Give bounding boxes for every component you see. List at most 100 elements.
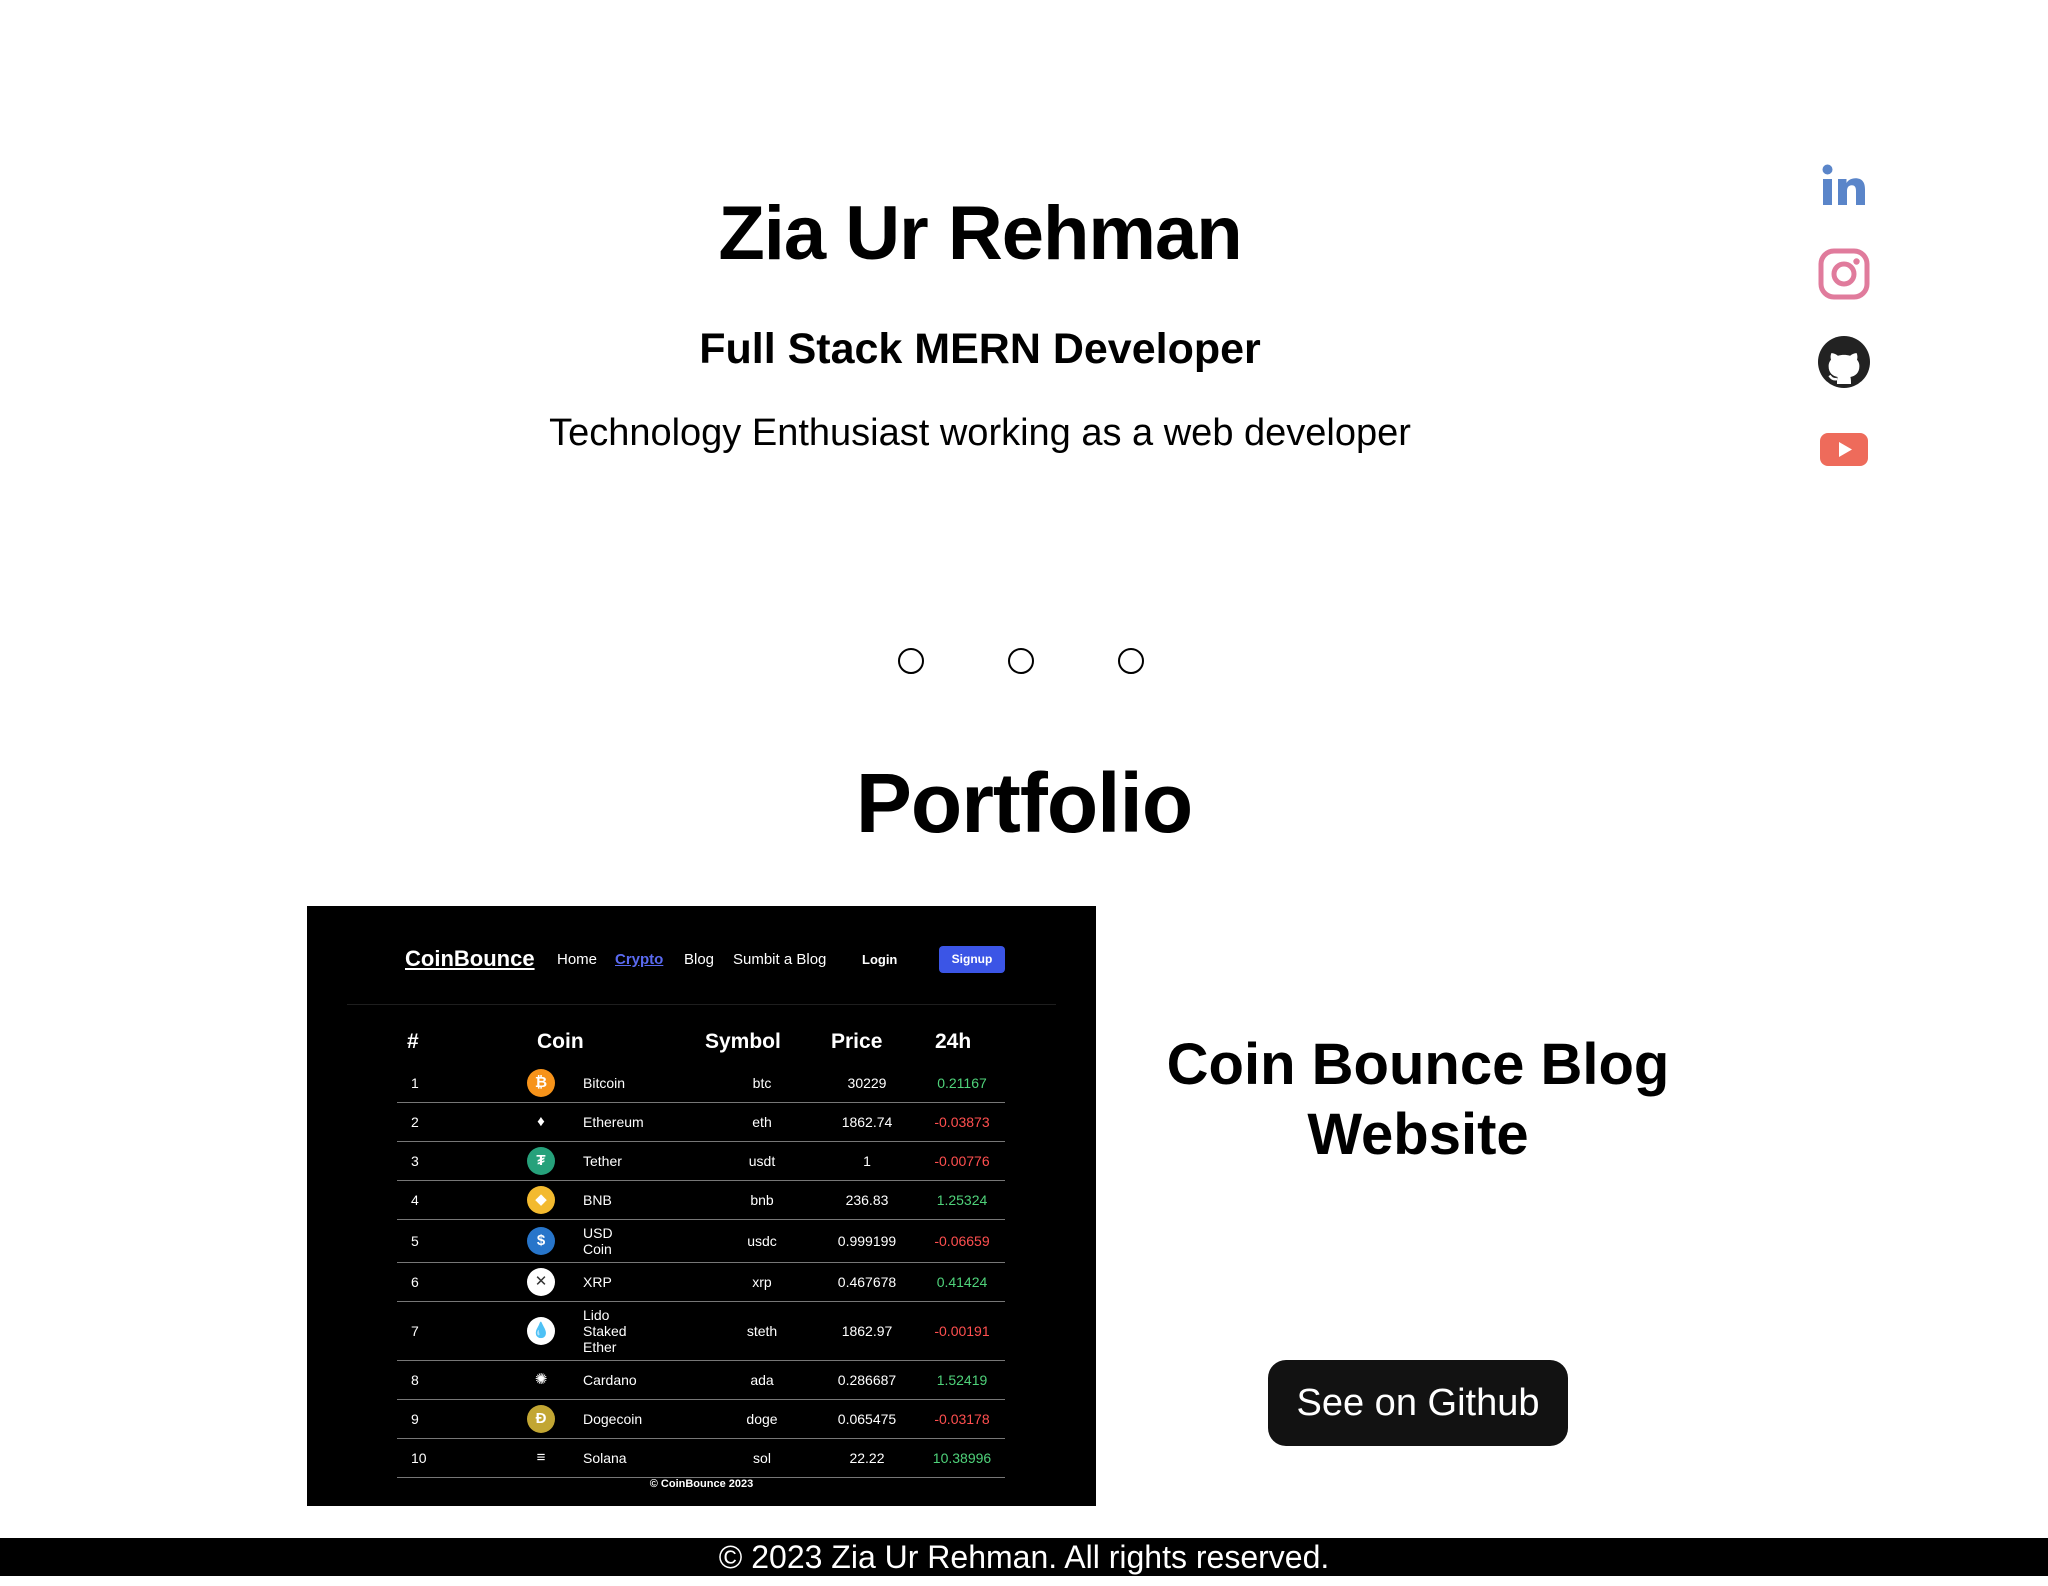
coin-name-cell: Tether <box>583 1153 622 1169</box>
change-cell: -0.06659 <box>934 1233 990 1249</box>
coin-name-cell: Cardano <box>583 1372 637 1388</box>
rank-cell: 10 <box>411 1450 427 1466</box>
change-cell: -0.00191 <box>934 1323 990 1339</box>
header-symbol: Symbol <box>705 1030 781 1053</box>
rank-cell: 1 <box>411 1075 419 1091</box>
youtube-link[interactable] <box>1816 422 1872 478</box>
rank-cell: 9 <box>411 1411 419 1427</box>
header-price: Price <box>831 1030 883 1053</box>
preview-divider <box>347 1004 1056 1005</box>
symbol-cell: sol <box>753 1450 771 1466</box>
preview-nav-submit: Sumbit a Blog <box>733 951 827 968</box>
symbol-cell: usdt <box>748 1153 776 1169</box>
rank-cell: 5 <box>411 1233 419 1249</box>
table-row: 7 💧 Lido Staked Ether steth 1862.97 -0.00191 <box>397 1302 1005 1361</box>
symbol-cell: ada <box>750 1372 774 1388</box>
price-cell: 0.467678 <box>837 1274 897 1290</box>
symbol-cell: eth <box>752 1114 772 1130</box>
preview-table-header: # Coin Symbol Price 24h <box>397 1024 1005 1064</box>
site-footer: © 2023 Zia Ur Rehman. All rights reserve… <box>0 1538 2048 1576</box>
price-cell: 0.286687 <box>837 1372 897 1388</box>
change-cell: -0.03873 <box>934 1114 990 1130</box>
social-links <box>1816 158 1872 510</box>
github-icon <box>1818 336 1870 388</box>
coin-name-cell: Solana <box>583 1450 627 1466</box>
coin-icon: ♦ <box>527 1108 555 1136</box>
github-link[interactable] <box>1816 334 1872 390</box>
rank-cell: 7 <box>411 1323 419 1339</box>
price-cell: 0.065475 <box>837 1411 897 1427</box>
price-cell: 1862.97 <box>841 1323 893 1339</box>
carousel-dot-3[interactable] <box>1118 648 1144 674</box>
symbol-cell: bnb <box>750 1192 774 1208</box>
price-cell: 1862.74 <box>841 1114 893 1130</box>
symbol-cell: doge <box>746 1411 778 1427</box>
change-cell: 1.25324 <box>936 1192 988 1208</box>
coin-icon: $ <box>527 1227 555 1255</box>
table-row: 1 ₿ Bitcoin btc 30229 0.21167 <box>397 1064 1005 1103</box>
coin-name-cell: BNB <box>583 1192 612 1208</box>
carousel-dot-1[interactable] <box>898 648 924 674</box>
coin-name-cell: Lido Staked Ether <box>583 1307 627 1355</box>
preview-table-body: 1 ₿ Bitcoin btc 30229 0.21167 2 ♦ Ethereum eth 186… <box>397 1064 1005 1478</box>
preview-crypto-table: # Coin Symbol Price 24h 1 ₿ Bitcoin btc 3022… <box>397 1024 1005 1478</box>
linkedin-link[interactable] <box>1816 158 1872 214</box>
hero-role: Full Stack MERN Developer <box>699 325 1261 373</box>
rank-cell: 8 <box>411 1372 419 1388</box>
instagram-link[interactable] <box>1816 246 1872 302</box>
coin-icon: ≡ <box>527 1444 555 1472</box>
price-cell: 1 <box>863 1153 871 1169</box>
header-rank: # <box>407 1030 419 1053</box>
project-preview-image: CoinBounce Home Crypto Blog Sumbit a Blo… <box>307 906 1096 1506</box>
change-cell: -0.03178 <box>934 1411 990 1427</box>
table-row: 8 ✺ Cardano ada 0.286687 1.52419 <box>397 1361 1005 1400</box>
coin-name-cell: USD Coin <box>583 1225 613 1257</box>
coin-icon: ₿ <box>527 1069 555 1097</box>
preview-nav-home: Home <box>557 951 598 968</box>
coin-icon: ₮ <box>527 1147 555 1175</box>
coin-icon: ◆ <box>527 1186 555 1214</box>
coin-icon: 💧 <box>527 1317 555 1345</box>
preview-login: Login <box>862 952 898 967</box>
rank-cell: 4 <box>411 1192 419 1208</box>
preview-signup: Signup <box>939 946 1005 973</box>
change-cell: 1.52419 <box>936 1372 988 1388</box>
linkedin-icon <box>1822 164 1865 205</box>
price-cell: 30229 <box>847 1075 887 1091</box>
see-on-github-button[interactable]: See on Github <box>1268 1360 1568 1446</box>
rank-cell: 6 <box>411 1274 419 1290</box>
symbol-cell: xrp <box>752 1274 772 1290</box>
preview-navbar: CoinBounce Home Crypto Blog Sumbit a Blo… <box>405 946 1005 976</box>
hero-name: Zia Ur Rehman <box>718 191 1242 276</box>
carousel-dot-2[interactable] <box>1008 648 1034 674</box>
instagram-icon <box>1818 248 1870 300</box>
youtube-icon <box>1820 433 1868 466</box>
symbol-cell: btc <box>752 1075 772 1091</box>
price-cell: 22.22 <box>849 1450 885 1466</box>
change-cell: 10.38996 <box>932 1450 992 1466</box>
preview-nav-crypto: Crypto <box>615 951 664 968</box>
coin-name-cell: Dogecoin <box>583 1411 643 1427</box>
price-cell: 236.83 <box>845 1192 889 1208</box>
change-cell: -0.00776 <box>934 1153 990 1169</box>
coin-name-cell: Bitcoin <box>583 1075 626 1091</box>
hero-tagline: Technology Enthusiast working as a web d… <box>549 412 1411 454</box>
coin-icon: Ð <box>527 1405 555 1433</box>
change-cell: 0.41424 <box>936 1274 988 1290</box>
symbol-cell: usdc <box>747 1233 777 1249</box>
rank-cell: 3 <box>411 1153 419 1169</box>
coin-icon: ✺ <box>527 1366 555 1394</box>
rank-cell: 2 <box>411 1114 419 1130</box>
table-row: 5 $ USD Coin usdc 0.999199 -0.06659 <box>397 1220 1005 1263</box>
project-title: Coin Bounce Blog Website <box>1166 1032 1670 1167</box>
change-cell: 0.21167 <box>937 1075 987 1091</box>
table-row: 6 ✕ XRP xrp 0.467678 0.41424 <box>397 1263 1005 1302</box>
coin-name-cell: XRP <box>583 1274 612 1290</box>
table-row: 4 ◆ BNB bnb 236.83 1.25324 <box>397 1181 1005 1220</box>
symbol-cell: steth <box>746 1323 778 1339</box>
preview-logo: CoinBounce <box>405 946 535 971</box>
table-row: 3 ₮ Tether usdt 1 -0.00776 <box>397 1142 1005 1181</box>
portfolio-title: Portfolio <box>855 756 1193 850</box>
table-row: 2 ♦ Ethereum eth 1862.74 -0.03873 <box>397 1103 1005 1142</box>
header-24h: 24h <box>935 1030 972 1053</box>
